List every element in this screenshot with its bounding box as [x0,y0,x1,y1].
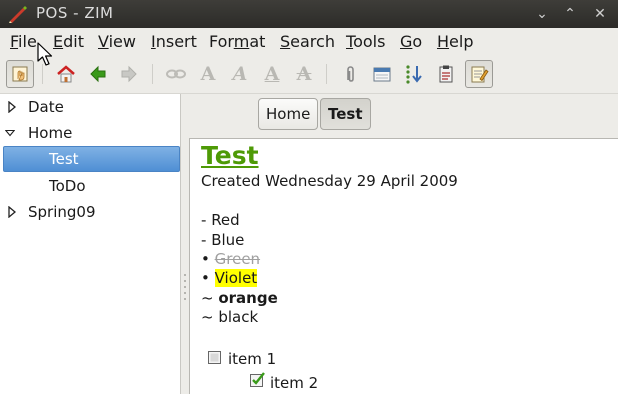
notebook-edit-button[interactable] [465,60,493,88]
edit-mode-button[interactable] [6,60,34,88]
link-button[interactable] [162,60,190,88]
mouse-pointer-icon [37,42,53,66]
path-bar: Home Test [189,94,618,138]
sort-icon [406,65,422,84]
calendar-icon [373,67,391,82]
underline-button[interactable]: A [258,60,286,88]
window-title: POS - ZIM [36,4,114,22]
menu-help[interactable]: Help [437,32,473,52]
back-button[interactable] [84,60,112,88]
minimize-button[interactable]: ⌄ [531,4,553,24]
checkbox-checked-icon[interactable] [250,372,265,387]
tree-item-label: Home [28,124,73,142]
page-editor[interactable]: Test Created Wednesday 29 April 2009 - R… [189,138,618,394]
attach-icon [347,66,354,82]
list-item-bold: ~ orange [201,289,278,307]
list-item-strikethrough: • Green [201,250,261,268]
checklist-item-label: item 1 [228,350,277,368]
italic-button[interactable]: A [226,60,254,88]
list-item: ~ black [201,308,259,326]
calendar-button[interactable] [368,60,396,88]
underline-icon: A [264,63,280,85]
expander-collapsed-icon[interactable] [7,101,17,113]
link-icon [166,69,186,79]
expander-collapsed-icon[interactable] [7,206,17,218]
maximize-button[interactable]: ⌃ [559,4,581,24]
tree-item-todo[interactable]: ToDo [0,173,181,199]
menu-tools[interactable]: Tools [346,32,385,52]
sort-button[interactable] [400,60,428,88]
toolbar: A A A A [0,56,618,94]
attach-button[interactable] [336,60,364,88]
tree-item-label: Spring09 [28,203,96,221]
tree-item-home[interactable]: Home [0,120,181,146]
tree-item-spring09[interactable]: Spring09 [0,199,181,225]
tree-item-label: Test [49,150,79,168]
strike-icon: A [296,63,312,85]
expander-expanded-icon[interactable] [5,127,15,139]
menu-file[interactable]: File [10,32,37,52]
tree-item-label: ToDo [49,177,86,195]
tree-item-label: Date [28,98,64,116]
tree-item-date[interactable]: Date [0,94,181,120]
close-button[interactable]: ✕ [589,4,611,24]
menu-search[interactable]: Search [280,32,335,52]
bold-icon: A [200,63,216,85]
italic-icon: A [232,63,248,85]
forward-button[interactable] [115,60,143,88]
list-item: - Blue [201,231,245,249]
tree-item-test[interactable]: Test [3,146,180,172]
title-bar[interactable]: POS - ZIM ⌄ ⌃ ✕ [0,0,618,28]
pane-splitter[interactable] [181,94,189,394]
edit-mode-icon [12,66,28,82]
strike-button[interactable]: A [290,60,318,88]
clipboard-icon [439,65,453,83]
page-title: Test [201,141,259,170]
created-date: Created Wednesday 29 April 2009 [201,172,458,190]
menu-view[interactable]: View [98,32,136,52]
checklist-item-label: item 2 [270,374,319,392]
page-index-tree: Date Home Test ToDo Spring09 [0,94,181,394]
path-button-home[interactable]: Home [258,98,319,130]
menu-format[interactable]: Format [209,32,265,52]
menu-bar: File Edit View Insert Format Search Tool… [0,28,618,56]
home-icon [57,65,75,83]
notebook-edit-icon [471,66,489,83]
list-item-highlighted: • Violet [201,269,258,287]
zim-pen-icon [9,6,27,23]
menu-insert[interactable]: Insert [151,32,197,52]
menu-go[interactable]: Go [400,32,422,52]
back-icon [90,65,106,83]
menu-edit[interactable]: Edit [53,32,84,52]
list-item: - Red [201,211,240,229]
forward-icon [121,65,137,83]
checkbox-unchecked-icon[interactable] [208,351,221,364]
bold-button[interactable]: A [194,60,222,88]
path-button-test[interactable]: Test [320,98,371,130]
clipboard-button[interactable] [432,60,460,88]
home-button[interactable] [52,60,80,88]
